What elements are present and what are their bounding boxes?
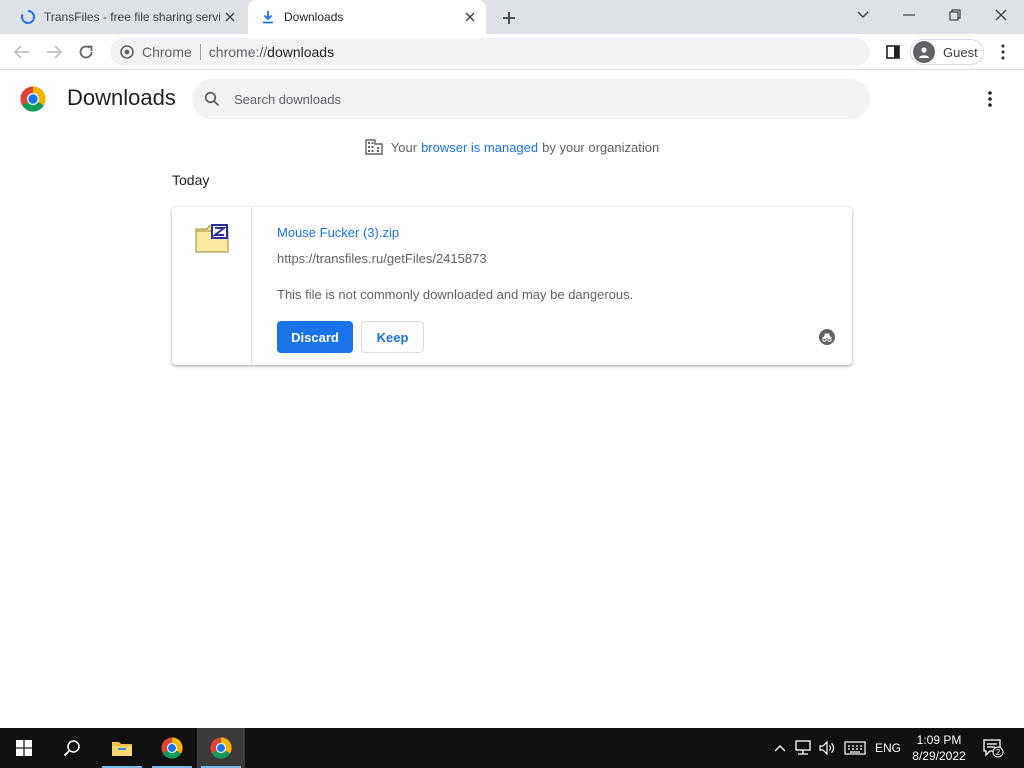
site-chip: Chrome	[142, 44, 192, 60]
back-arrow-icon[interactable]	[9, 39, 35, 65]
chrome-page-icon	[120, 45, 134, 59]
notifications-icon[interactable]: 2	[978, 728, 1008, 768]
page-title: Downloads	[67, 85, 176, 110]
tab-downloads[interactable]: Downloads	[248, 0, 486, 34]
url-text: chrome://downloads	[209, 44, 334, 60]
chrome-icon[interactable]	[148, 728, 196, 768]
managed-prefix: Your	[390, 139, 418, 155]
close-tab-icon[interactable]	[460, 7, 480, 27]
file-icon-column	[172, 207, 252, 365]
network-icon[interactable]	[792, 728, 814, 768]
keyboard-icon[interactable]	[842, 728, 868, 768]
url-path: downloads	[267, 44, 335, 60]
chrome-icon[interactable]	[197, 728, 245, 768]
tab-title: TransFiles - free file sharing servi	[44, 10, 220, 24]
downloads-header: Downloads	[0, 71, 1024, 127]
restore-icon[interactable]	[932, 0, 978, 30]
managed-suffix: by your organization	[542, 139, 660, 155]
date-heading: Today	[172, 172, 210, 188]
reload-icon[interactable]	[73, 39, 99, 65]
close-tab-icon[interactable]	[220, 7, 240, 27]
new-tab-button[interactable]	[498, 7, 520, 29]
download-icon	[260, 9, 276, 25]
keep-button[interactable]: Keep	[361, 321, 424, 353]
incognito-icon	[819, 329, 835, 345]
address-bar[interactable]: Chrome chrome://downloads	[110, 38, 870, 66]
chrome-logo-icon	[20, 86, 46, 112]
forward-arrow-icon[interactable]	[41, 39, 67, 65]
file-name-link[interactable]: Mouse Fucker (3).zip	[277, 225, 399, 240]
clock-date: 8/29/2022	[912, 749, 966, 763]
notification-count: 2	[996, 748, 1001, 757]
search-icon	[204, 91, 220, 107]
clock-time: 1:09 PM	[916, 733, 962, 747]
divider	[199, 44, 201, 60]
danger-warning: This file is not commonly downloaded and…	[277, 287, 634, 302]
url-scheme: chrome://	[208, 44, 268, 60]
guest-avatar-icon	[913, 41, 935, 63]
search-box[interactable]	[192, 79, 870, 119]
file-source-url: https://transfiles.ru/getFiles/2415873	[277, 251, 487, 266]
search-icon[interactable]	[48, 728, 96, 768]
more-actions-icon[interactable]	[978, 87, 1002, 111]
tab-strip: TransFiles - free file sharing servi Dow…	[0, 0, 1024, 34]
profile-button[interactable]: Guest	[910, 39, 984, 65]
clock[interactable]: 1:09 PM 8/29/2022	[906, 732, 972, 764]
minimize-icon[interactable]	[886, 0, 932, 30]
tab-search-icon[interactable]	[840, 0, 886, 30]
loading-spinner-icon	[20, 9, 36, 25]
close-window-icon[interactable]	[978, 0, 1024, 30]
side-panel-icon[interactable]	[880, 39, 906, 65]
profile-label: Guest	[943, 44, 978, 60]
browser-menu-icon[interactable]	[990, 39, 1016, 65]
zip-archive-icon	[195, 224, 229, 253]
managed-link[interactable]: browser is managed	[421, 140, 538, 155]
language-indicator[interactable]: ENG	[872, 728, 904, 768]
download-item-card: Mouse Fucker (3).zip https://transfiles.…	[172, 207, 852, 365]
building-icon	[365, 139, 383, 155]
tab-title: Downloads	[284, 10, 344, 24]
search-input[interactable]	[234, 91, 834, 107]
volume-icon[interactable]	[816, 728, 838, 768]
windows-taskbar: ENG 1:09 PM 8/29/2022 2	[0, 728, 1024, 768]
file-explorer-icon[interactable]	[98, 728, 146, 768]
tab-transfiles[interactable]: TransFiles - free file sharing servi	[8, 0, 246, 34]
discard-button[interactable]: Discard	[277, 321, 353, 353]
browser-toolbar: Chrome chrome://downloads Guest	[0, 34, 1024, 70]
windows-start-icon[interactable]	[0, 728, 48, 768]
chevron-up-icon[interactable]	[770, 728, 790, 768]
managed-notice: Your browser is managed by your organiza…	[0, 139, 1024, 155]
